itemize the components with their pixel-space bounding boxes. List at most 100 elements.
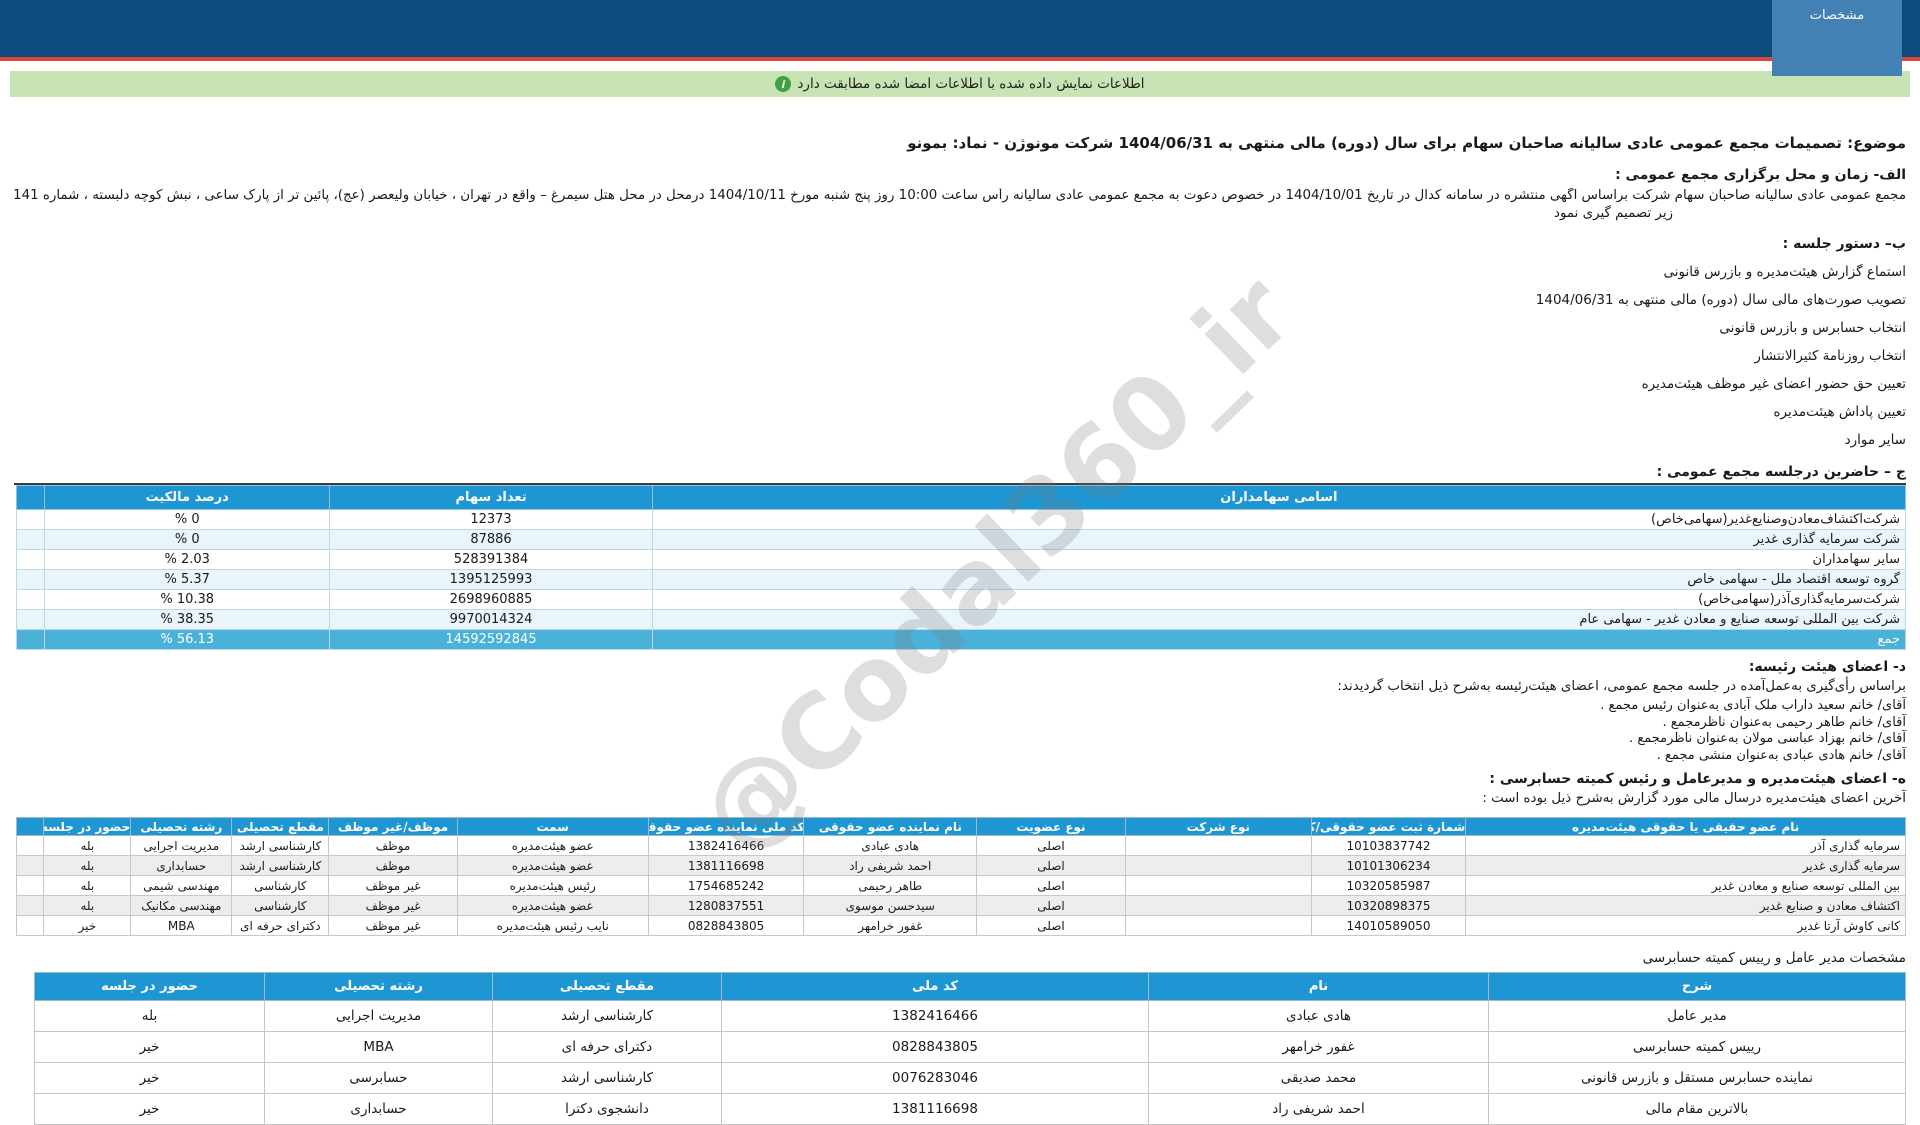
table-cell: 1280837551 (647, 895, 805, 916)
table-cell: % 0 (44, 509, 331, 530)
table-row: کانی کاوش آرتا غدیر 14010589050 اصلی غفور خ… (15, 915, 1906, 936)
table-cell: نایب رئیس هیئت‌مدیره (456, 915, 649, 936)
notice-text: اطلاعات نمایش داده شده با اطلاعات امضا ش… (797, 76, 1145, 92)
table-cell: کارشناسی (231, 875, 330, 896)
table-row: سایر سهامداران 528391384% 2.03 (15, 549, 1907, 570)
table-cell: خیر (34, 1062, 265, 1094)
table-cell: مدیریت اجرایی (264, 1000, 493, 1032)
table-cell: حسابرسی (264, 1062, 493, 1094)
table-row: سرمایه گذاری آذر 10103837742 اصلی هادی عباد… (15, 835, 1906, 856)
table-cell: موظف (328, 835, 458, 856)
column-header: موظف/غیر موظف (328, 817, 458, 836)
table-cell: 528391384 (329, 549, 653, 570)
table-cell: 10320898375 (1310, 895, 1467, 916)
table-row: شرکت‌اکتشاف‌معادن‌وصنایع‌غدیر(سهامی‌خاص)… (15, 509, 1907, 530)
report-content: موضوع: تصمیمات مجمع عمومی عادی سالیانه ص… (0, 134, 1920, 1125)
table-cell (15, 529, 46, 550)
codal-report-page: { "colors": { "header_bg": "#0b4c7c", "t… (0, 0, 1920, 1125)
management-table: شرح نام کد ملی مقطع تحصیلی رشته تحصیلی حضور د… (34, 972, 1906, 1125)
list-item: تعیین پاداش هیئت‌مدیره (1773, 404, 1906, 420)
table-cell: مهندسی مکانیک (130, 895, 233, 916)
column-header: تعداد سهام (329, 485, 653, 510)
table-cell: جمع (651, 629, 1907, 650)
table-cell: طاهر رحیمی (803, 875, 978, 896)
table-cell: MBA (130, 915, 233, 936)
table-cell: مدیر عامل (1488, 1000, 1906, 1032)
column-header: حضور در جلسه (34, 972, 265, 1001)
section-a-body-continued: زیر تصمیم گیری نمود (1554, 206, 1674, 221)
table-cell: شرکت‌سرمایه‌گذاری‌آذر(سهامی‌خاص) (651, 589, 1907, 610)
section-a-body: مجمع عمومی عادی سالیانه صاحبان سهام شرکت… (14, 188, 1906, 203)
list-item: انتخاب حسابرس و بازرس قانونی (1719, 320, 1906, 336)
table-row: بین المللی توسعه صنایع و معادن غدیر 10320… (15, 875, 1906, 896)
table-cell: دکترای حرفه ای (231, 915, 330, 936)
table-cell: خیر (43, 915, 132, 936)
table-cell: عضو هیئت‌مدیره (456, 835, 649, 856)
column-header: نام (1148, 972, 1489, 1001)
section-d-heading: د- اعضای هیئت رئیسه: (1748, 659, 1906, 675)
table-cell: مدیریت اجرایی (130, 835, 233, 856)
table-cell: % 0 (44, 529, 331, 550)
table-cell: بله (43, 855, 132, 876)
table-cell (15, 895, 45, 916)
table-row: شرکت سرمایه گذاری غدیر 87886% 0 (15, 529, 1907, 550)
section-d-intro: براساس رأی‌گیری به‌عمل‌آمده در جلسه مجمع… (1337, 679, 1906, 694)
table-cell (15, 609, 46, 630)
table-cell (1124, 835, 1312, 856)
table-cell: MBA (264, 1031, 493, 1063)
table-cell: بله (43, 875, 132, 896)
column-header: حضور در جلسه (43, 817, 132, 836)
table-cell: غیر موظف (328, 915, 458, 936)
table-cell: غیر موظف (328, 895, 458, 916)
table-cell (1124, 915, 1312, 936)
table-cell: اکتشاف معادن و صنایع غدیر (1465, 895, 1906, 916)
table-cell: 0828843805 (721, 1031, 1149, 1063)
list-item: آقای/ خانم بهزاد عباسی مولان به‌عنوان نا… (1629, 731, 1906, 746)
tab-specifications[interactable]: مشخصات (1772, 0, 1902, 76)
presiding-board-list: آقای/ خانم سعید داراب ملک آبادی به‌عنوان… (14, 698, 1906, 764)
table-cell: 1395125993 (329, 569, 653, 590)
table-cell: گروه توسعه اقتصاد ملل - سهامی خاص (651, 569, 1907, 590)
table-header-row: نام عضو حقیقی یا حقوقی هیئت‌مدیره شمارة ث… (15, 817, 1906, 836)
table-cell: بین المللی توسعه صنایع و معادن غدیر (1465, 875, 1906, 896)
table-cell: دکترای حرفه ای (492, 1031, 722, 1063)
table-row: مدیر عامل هادی عبادی 1382416466 کارشناسی ار… (34, 1000, 1906, 1032)
column-header: نام عضو حقیقی یا حقوقی هیئت‌مدیره (1465, 817, 1906, 836)
table-row: شرکت بین المللی توسعه صنایع و معادن غدیر… (15, 609, 1907, 630)
table-row: اکتشاف معادن و صنایع غدیر 10320898375 اصلی… (15, 895, 1906, 916)
table-cell (15, 835, 45, 856)
section-e-intro: آخرین اعضای هیئت‌مدیره درسال مالی مورد گ… (1482, 791, 1906, 806)
table-cell: 2698960885 (329, 589, 653, 610)
table-cell: اصلی (976, 875, 1126, 896)
section-f-title: مشخصات مدیر عامل و رییس کمیته حسابرسی (1642, 950, 1906, 966)
table-cell: احمد شریفی راد (803, 855, 978, 876)
signed-info-notice: i اطلاعات نمایش داده شده با اطلاعات امضا… (10, 71, 1910, 97)
column-header: رشته تحصیلی (130, 817, 233, 836)
table-cell: کارشناسی ارشد (231, 835, 330, 856)
column-header (15, 485, 46, 510)
table-cell: شرکت‌اکتشاف‌معادن‌وصنایع‌غدیر(سهامی‌خاص) (651, 509, 1907, 530)
table-cell: % 10.38 (44, 589, 331, 610)
table-cell: کارشناسی ارشد (492, 1000, 722, 1032)
table-row: رییس کمیته حسابرسی غفور خرامهر 0828843805 د… (34, 1031, 1906, 1063)
table-cell: 1382416466 (647, 835, 805, 856)
table-cell (1124, 895, 1312, 916)
column-header: مقطع تحصیلی (492, 972, 722, 1001)
table-cell: 0076283046 (721, 1062, 1149, 1094)
list-item: تعیین حق حضور اعضای غیر موظف هیئت‌مدیره (1641, 376, 1906, 392)
column-header: سمت (456, 817, 649, 836)
table-cell: شرکت سرمایه گذاری غدیر (651, 529, 1907, 550)
table-cell: نماینده حسابرس مستقل و بازرس قانونی (1488, 1062, 1906, 1094)
table-cell (15, 569, 46, 590)
table-cell: موظف (328, 855, 458, 876)
table-cell (1124, 855, 1312, 876)
table-header-row: اسامی سهامداران تعداد سهام درصد مالکیت (15, 485, 1907, 510)
table-cell: کانی کاوش آرتا غدیر (1465, 915, 1906, 936)
table-cell: بله (43, 895, 132, 916)
table-cell: کارشناسی ارشد (492, 1062, 722, 1094)
table-row: سرمایه گذاری غدیر 10101306234 اصلی احمد شری… (15, 855, 1906, 876)
table-cell: 1381116698 (647, 855, 805, 876)
table-cell: حسابداری (130, 855, 233, 876)
table-cell: کارشناسی ارشد (231, 855, 330, 876)
table-cell: % 38.35 (44, 609, 331, 630)
